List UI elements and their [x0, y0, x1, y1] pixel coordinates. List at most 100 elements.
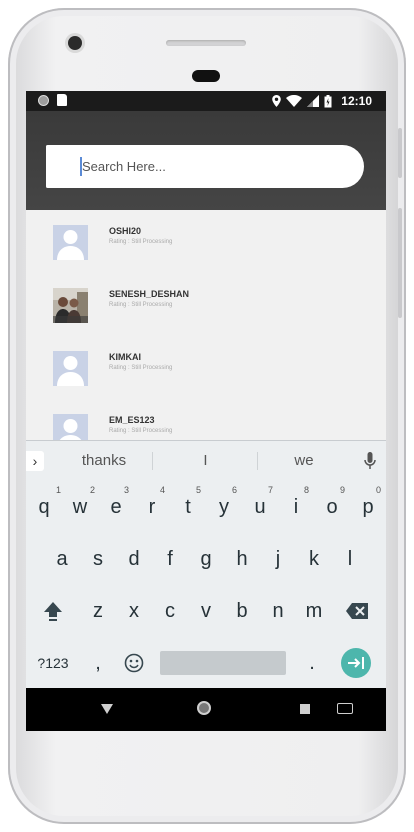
emoji-key[interactable]	[116, 637, 152, 689]
profile-photo-avatar	[53, 288, 88, 323]
sd-card-icon	[57, 94, 67, 106]
user-list: OSHI20 Rating : Still Processing SENESH_…	[26, 210, 386, 440]
key-hint: 8	[304, 485, 310, 495]
next-arrow-icon	[348, 657, 364, 669]
key-label: u	[254, 496, 266, 518]
emoji-icon	[124, 653, 144, 673]
key-r[interactable]: r4	[134, 481, 170, 533]
search-input[interactable]	[80, 159, 342, 174]
key-g[interactable]: g	[188, 533, 224, 585]
status-bar: 12:10	[26, 91, 386, 111]
location-icon	[272, 95, 282, 107]
user-name: SENESH_DESHAN	[109, 289, 190, 299]
key-k[interactable]: k	[296, 533, 332, 585]
default-avatar-icon	[53, 225, 88, 260]
user-name: KIMKAI	[109, 352, 141, 362]
default-avatar-icon	[53, 414, 88, 440]
suggestion-divider	[152, 452, 153, 470]
suggestion-divider	[257, 452, 258, 470]
user-rating: Rating : Still Processing	[109, 365, 173, 371]
key-label: y	[219, 496, 229, 518]
key-s[interactable]: s	[80, 533, 116, 585]
comma-key[interactable]: ,	[80, 637, 116, 689]
user-rating: Rating : Still Processing	[109, 428, 173, 434]
wifi-icon	[286, 95, 303, 107]
key-l[interactable]: l	[332, 533, 368, 585]
key-v[interactable]: v	[188, 585, 224, 637]
key-hint: 9	[340, 485, 346, 495]
key-y[interactable]: y6	[206, 481, 242, 533]
soft-keyboard: › thanks I we q1 w2 e3 r4 t5 y6 u7 i8 o9…	[26, 440, 386, 689]
user-list-item[interactable]: EM_ES123 Rating : Still Processing	[26, 414, 386, 440]
suggestion-item[interactable]: I	[154, 441, 257, 481]
user-name: OSHI20	[109, 226, 142, 236]
key-q[interactable]: q1	[26, 481, 62, 533]
key-label: p	[362, 496, 374, 518]
navigation-bar	[26, 688, 386, 731]
spacebar-fill	[160, 651, 286, 675]
key-h[interactable]: h	[224, 533, 260, 585]
key-label: e	[110, 496, 122, 518]
recent-apps-icon[interactable]	[300, 704, 310, 714]
keyboard-switch-icon[interactable]	[337, 703, 353, 714]
key-hint: 4	[160, 485, 166, 495]
key-p[interactable]: p0	[350, 481, 386, 533]
key-z[interactable]: z	[80, 585, 116, 637]
key-hint: 2	[90, 485, 96, 495]
microphone-icon[interactable]	[364, 452, 376, 470]
key-o[interactable]: o9	[314, 481, 350, 533]
key-label: o	[326, 496, 338, 518]
user-list-item[interactable]: KIMKAI Rating : Still Processing	[26, 351, 386, 411]
screen: 12:10 OSHI20 Rating : Still Processing S…	[26, 91, 386, 731]
notification-icon	[38, 94, 49, 106]
key-hint: 3	[124, 485, 130, 495]
key-w[interactable]: w2	[62, 481, 98, 533]
search-bar[interactable]	[46, 145, 364, 188]
key-x[interactable]: x	[116, 585, 152, 637]
backspace-key[interactable]	[339, 585, 375, 637]
key-row-4: ?123 , .	[26, 637, 386, 689]
key-d[interactable]: d	[116, 533, 152, 585]
user-list-item[interactable]: SENESH_DESHAN Rating : Still Processing	[26, 288, 386, 348]
key-hint: 7	[268, 485, 274, 495]
proximity-sensor	[192, 70, 220, 82]
key-row-2: a s d f g h j k l	[26, 533, 386, 585]
key-label: w	[72, 496, 88, 518]
key-b[interactable]: b	[224, 585, 260, 637]
shift-icon	[44, 602, 62, 621]
key-row-3: z x c v b n m	[26, 585, 386, 637]
key-u[interactable]: u7	[242, 481, 278, 533]
earpiece-speaker	[166, 40, 246, 46]
home-icon[interactable]	[197, 701, 211, 715]
suggestion-item[interactable]: we	[259, 441, 349, 481]
back-icon[interactable]	[101, 704, 113, 714]
user-rating: Rating : Still Processing	[109, 239, 173, 245]
key-j[interactable]: j	[260, 533, 296, 585]
key-hint: 1	[56, 485, 62, 495]
period-key[interactable]: .	[294, 637, 330, 689]
key-a[interactable]: a	[44, 533, 80, 585]
enter-key[interactable]	[337, 637, 373, 689]
default-avatar-icon	[53, 351, 88, 386]
expand-toolbar-icon[interactable]: ›	[26, 451, 44, 471]
key-n[interactable]: n	[260, 585, 296, 637]
user-rating: Rating : Still Processing	[109, 302, 173, 308]
key-i[interactable]: i8	[278, 481, 314, 533]
key-m[interactable]: m	[296, 585, 332, 637]
symbols-key[interactable]: ?123	[32, 637, 74, 689]
key-f[interactable]: f	[152, 533, 188, 585]
enter-circle	[341, 648, 371, 678]
key-c[interactable]: c	[152, 585, 188, 637]
key-hint: 6	[232, 485, 238, 495]
user-name: EM_ES123	[109, 415, 155, 425]
user-list-item[interactable]: OSHI20 Rating : Still Processing	[26, 225, 386, 285]
key-hint: 5	[196, 485, 202, 495]
key-label: q	[38, 496, 50, 518]
spacebar[interactable]	[160, 637, 286, 689]
key-t[interactable]: t5	[170, 481, 206, 533]
key-e[interactable]: e3	[98, 481, 134, 533]
signal-icon	[307, 95, 320, 107]
key-label: r	[148, 496, 156, 518]
suggestion-item[interactable]: thanks	[56, 441, 152, 481]
shift-key[interactable]	[35, 585, 71, 637]
